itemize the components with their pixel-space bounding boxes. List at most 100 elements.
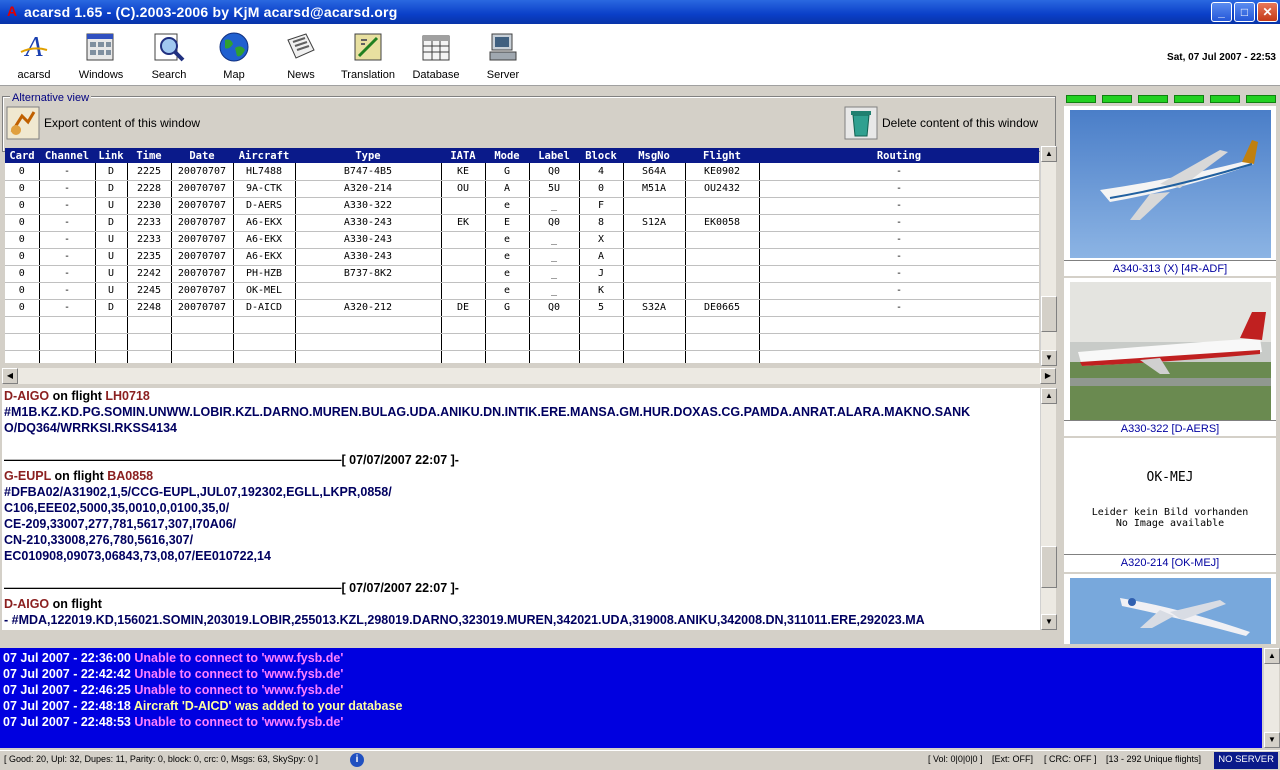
column-header[interactable]: Mode xyxy=(485,148,529,163)
led-indicator xyxy=(1102,95,1132,103)
toolbar-label: Map xyxy=(223,69,245,81)
column-header[interactable]: Block xyxy=(579,148,623,163)
table-cell: EK0058 xyxy=(685,214,760,232)
table-cell: 2233 xyxy=(127,214,172,232)
toolbar-search-button[interactable]: Search xyxy=(136,30,202,81)
toolbar-news-button[interactable]: News xyxy=(268,30,334,81)
table-cell: e xyxy=(485,282,530,300)
placeholder-line-de: Leider kein Bild vorhanden xyxy=(1091,507,1249,518)
column-header[interactable]: Time xyxy=(127,148,171,163)
table-cell: A xyxy=(579,248,624,266)
scroll-left-button[interactable]: ◀ xyxy=(2,368,18,384)
message-timestamp: 07 Jul 2007 - 22:36:00 xyxy=(3,651,131,665)
table-row[interactable]: 0- D 2233 20070707 A6-EKX A330-243 EK E Q0 8 S12A E… xyxy=(5,214,1039,232)
scroll-up-button[interactable]: ▲ xyxy=(1264,648,1280,664)
column-header[interactable]: Routing xyxy=(759,148,1039,163)
table-cell: J xyxy=(579,265,624,283)
info-icon[interactable]: i xyxy=(350,753,364,767)
table-cell: A6-EKX xyxy=(233,231,296,249)
column-header[interactable]: Channel xyxy=(39,148,95,163)
aircraft-photo-3[interactable]: OK-MEJ Leider kein Bild vorhanden No Ima… xyxy=(1064,438,1276,572)
column-header[interactable]: Card xyxy=(5,148,39,163)
decoded-message-log[interactable]: D-AIGO on flight LH0718 #M1B.KZ.KD.PG.SO… xyxy=(2,388,1040,630)
scroll-right-button[interactable]: ▶ xyxy=(1040,368,1056,384)
table-row[interactable]: 0- U 2235 20070707 A6-EKX A330-243 e _ A - xyxy=(5,248,1039,266)
empty-table-row xyxy=(5,316,1039,334)
scroll-down-button[interactable]: ▼ xyxy=(1041,614,1057,630)
app-icon[interactable]: A xyxy=(4,3,20,19)
table-cell: 2228 xyxy=(127,180,172,198)
close-button[interactable]: ✕ xyxy=(1257,2,1278,22)
grid-horizontal-scrollbar[interactable]: ◀ ▶ xyxy=(2,368,1056,384)
table-cell: - xyxy=(759,265,1039,283)
table-cell: Q0 xyxy=(529,214,580,232)
table-row[interactable]: 0- D 2248 20070707 D-AICD A320-212 DE G Q0 5 S32A D… xyxy=(5,299,1039,317)
table-cell: HL7488 xyxy=(233,163,296,181)
toolbar-server-button[interactable]: Server xyxy=(470,30,536,81)
table-cell: A330-322 xyxy=(295,197,442,215)
table-row[interactable]: 0- U 2233 20070707 A6-EKX A330-243 e _ X - xyxy=(5,231,1039,249)
delete-button[interactable]: Delete content of this window xyxy=(844,106,1038,140)
scroll-up-button[interactable]: ▲ xyxy=(1041,388,1057,404)
table-row[interactable]: 0- D 2228 20070707 9A-CTK A320-214 OU A 5U 0 M51A O… xyxy=(5,180,1039,198)
scroll-down-button[interactable]: ▼ xyxy=(1041,350,1057,366)
maximize-button[interactable]: □ xyxy=(1234,2,1255,22)
table-row[interactable]: 0- U 2245 20070707 OK-MEL e _ K - xyxy=(5,282,1039,300)
aircraft-photo-4[interactable] xyxy=(1064,574,1276,644)
table-cell: e xyxy=(485,231,530,249)
status-ext: [Ext: OFF] xyxy=(992,754,1034,764)
grid-vertical-scrollbar[interactable]: ▲ ▼ xyxy=(1040,146,1057,366)
messages-vertical-scrollbar[interactable]: ▲ ▼ xyxy=(1263,648,1280,748)
title-bar[interactable]: A acarsd 1.65 - (C).2003-2006 by KjM aca… xyxy=(0,0,1280,24)
scroll-thumb[interactable] xyxy=(1041,296,1057,332)
table-cell: D xyxy=(95,180,128,198)
table-cell: e xyxy=(485,197,530,215)
table-cell xyxy=(441,248,486,266)
newspaper-icon xyxy=(287,33,315,59)
toolbar-translation-button[interactable]: Translation xyxy=(335,30,401,81)
scroll-thumb[interactable] xyxy=(1041,546,1057,588)
table-cell: 5U xyxy=(529,180,580,198)
scroll-down-button[interactable]: ▼ xyxy=(1264,732,1280,748)
message-row: 07 Jul 2007 - 22:46:25 Unable to connect… xyxy=(3,682,1259,698)
column-header[interactable]: Aircraft xyxy=(233,148,295,163)
table-cell: _ xyxy=(529,248,580,266)
column-header[interactable]: Label xyxy=(529,148,579,163)
server-status-badge: NO SERVER xyxy=(1214,752,1278,769)
toolbar-map-button[interactable]: Map xyxy=(201,30,267,81)
table-cell: A6-EKX xyxy=(233,214,296,232)
table-row[interactable]: 0- U 2230 20070707 D-AERS A330-322 e _ F - xyxy=(5,197,1039,215)
status-messages-panel[interactable]: 07 Jul 2007 - 22:36:00 Unable to connect… xyxy=(0,648,1262,748)
message-text: Unable to connect to 'www.fysb.de' xyxy=(134,667,344,681)
log-vertical-scrollbar[interactable]: ▲ ▼ xyxy=(1040,388,1057,630)
column-header[interactable]: Flight xyxy=(685,148,759,163)
table-cell xyxy=(171,316,234,334)
column-header[interactable]: Date xyxy=(171,148,233,163)
no-image-placeholder: OK-MEJ Leider kein Bild vorhanden No Ima… xyxy=(1064,438,1276,554)
toolbar-windows-button[interactable]: Windows xyxy=(68,30,134,81)
table-cell: 20070707 xyxy=(171,214,234,232)
log-line: C106,EEE02,5000,35,0010,0,0100,35,0/ xyxy=(4,501,230,515)
photo-caption: A320-214 [OK-MEJ] xyxy=(1064,554,1276,570)
table-row[interactable]: 0- D 2225 20070707 HL7488 B747-4B5 KE G Q0 4 S64A K… xyxy=(5,163,1039,181)
export-button[interactable]: Export content of this window xyxy=(6,106,200,140)
log-text: on flight xyxy=(49,597,102,611)
minimize-button[interactable]: _ xyxy=(1211,2,1232,22)
table-cell: D xyxy=(95,299,128,317)
table-row[interactable]: 0- U 2242 20070707 PH-HZB B737-8K2 e _ J - xyxy=(5,265,1039,283)
table-cell xyxy=(95,316,128,334)
toolbar-label: Database xyxy=(412,69,460,81)
toolbar-database-button[interactable]: Database xyxy=(403,30,469,81)
table-cell xyxy=(485,316,530,334)
column-header[interactable]: Type xyxy=(295,148,441,163)
messages-grid[interactable]: Card Channel Link Time Date Aircraft Type IATA M… xyxy=(5,148,1039,363)
aircraft-photo-1[interactable]: A340-313 (X) [4R-ADF] xyxy=(1064,106,1276,276)
column-header[interactable]: IATA xyxy=(441,148,485,163)
aircraft-photo-2[interactable]: A330-322 [D-AERS] xyxy=(1064,278,1276,436)
toolbar-acarsd-button[interactable]: A acarsd xyxy=(1,30,67,81)
aircraft-image-panel: A340-313 (X) [4R-ADF] A330-322 [D-AERS] … xyxy=(1062,90,1278,646)
scroll-up-button[interactable]: ▲ xyxy=(1041,146,1057,162)
message-row: 07 Jul 2007 - 22:48:18 Aircraft 'D-AICD'… xyxy=(3,698,1259,714)
column-header[interactable]: MsgNo xyxy=(623,148,685,163)
column-header[interactable]: Link xyxy=(95,148,127,163)
